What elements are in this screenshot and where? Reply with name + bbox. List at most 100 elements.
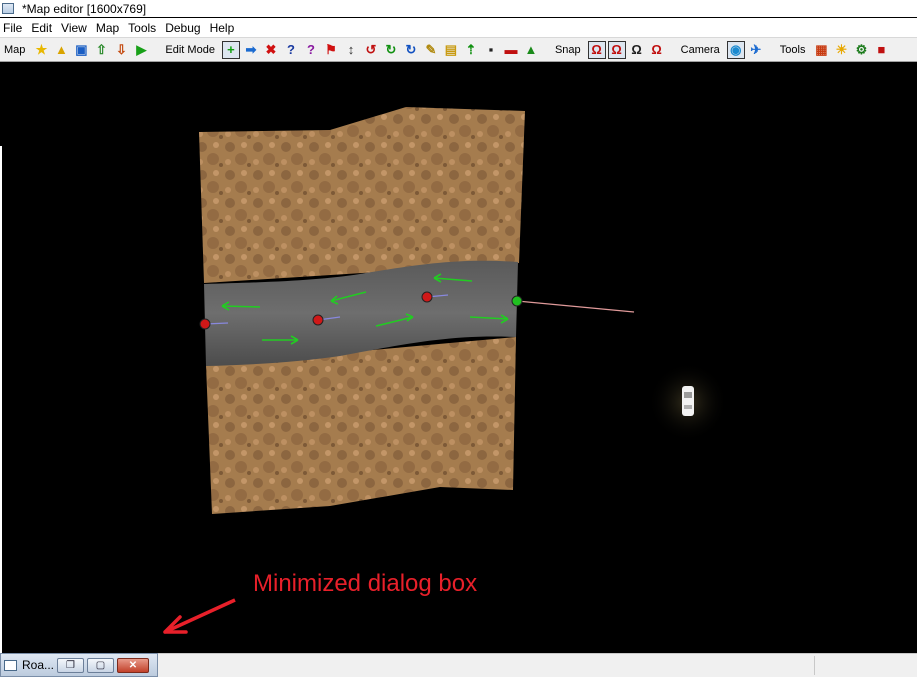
map-tools-group: ★ ▲ ▣ ⇧ ⇩ ▶: [31, 41, 151, 59]
annotation-text: Minimized dialog box: [253, 570, 478, 597]
sun-button[interactable]: ☀: [832, 41, 850, 59]
import-icon: ⇩: [115, 42, 127, 57]
tool-cube-button[interactable]: ■: [872, 41, 890, 59]
bird-icon: ✈: [750, 42, 762, 57]
raise-icon: ⇡: [465, 42, 477, 57]
move-button[interactable]: ➡: [242, 41, 260, 59]
bird-button[interactable]: ✈: [747, 41, 765, 59]
terrain-patch[interactable]: [199, 107, 525, 283]
toolbar: Map ★ ▲ ▣ ⇧ ⇩ ▶ Edit Mode + ➡ ✖?? ⚑ ↕ ↺ ↻ ↻ ✎ ▤ ⇡ ▪ ▬ ▲ Sn…: [0, 37, 917, 62]
restore-button[interactable]: ❐: [57, 657, 84, 673]
height-button[interactable]: ↕: [342, 41, 360, 59]
help-button[interactable]: ?: [282, 41, 300, 59]
close-button[interactable]: ✕: [117, 657, 149, 673]
minimized-dialog[interactable]: Roa... ❐ ▢ ✕: [0, 653, 158, 677]
map-viewport[interactable]: [0, 62, 917, 666]
snap-tools-group: ΩΩΩΩ: [587, 40, 667, 59]
sun-icon: ☀: [835, 42, 848, 57]
palette-button[interactable]: ▦: [812, 41, 830, 59]
edit-tools-group: + ➡ ✖?? ⚑ ↕ ↺ ↻ ↻ ✎ ▤ ⇡ ▪ ▬ ▲: [221, 40, 541, 59]
gear-button[interactable]: ⚙: [852, 41, 870, 59]
brush-icon: ✎: [425, 42, 437, 57]
snap-magnet-grid-button[interactable]: Ω: [628, 41, 646, 59]
car-icon[interactable]: [682, 386, 694, 416]
menu-debug[interactable]: Debug: [162, 21, 206, 35]
car-icon: ▬: [504, 42, 518, 57]
favorite-button[interactable]: ★: [32, 41, 50, 59]
dialog-icon: [4, 659, 17, 671]
snap-magnet-icon: Ω: [591, 42, 602, 57]
menu-tools[interactable]: Tools: [125, 21, 162, 35]
camera-path-icon: ▪: [488, 42, 494, 57]
palette-icon: ▦: [815, 42, 828, 57]
road-endpoint[interactable]: [511, 295, 523, 307]
delete-button[interactable]: ✖: [262, 41, 280, 59]
rotate-y-icon: ↻: [385, 42, 397, 57]
road-control-point[interactable]: [312, 314, 324, 326]
snap-magnet-plus-button[interactable]: Ω: [607, 40, 626, 59]
rotate-x-icon: ↺: [365, 42, 377, 57]
snap-magnet-button[interactable]: Ω: [587, 40, 606, 59]
snap-magnet-plus-icon: Ω: [611, 42, 622, 57]
brush-button[interactable]: ✎: [422, 41, 440, 59]
question-icon: ?: [306, 42, 315, 57]
import-button[interactable]: ⇩: [112, 41, 130, 59]
delete-icon: ✖: [265, 42, 277, 57]
app-icon: [2, 3, 14, 14]
rotate-z-button[interactable]: ↻: [402, 41, 420, 59]
road-control-point[interactable]: [421, 291, 433, 303]
viewport-left-edge: [0, 146, 2, 666]
ruler-icon: ▤: [444, 42, 458, 57]
car-button[interactable]: ▬: [502, 41, 520, 59]
ruler-button[interactable]: ▤: [442, 41, 460, 59]
camera-tools-group: ◉ ✈: [726, 40, 766, 59]
endpoint-tangent-line: [516, 300, 635, 313]
snap-magnet-off-button[interactable]: Ω: [648, 41, 666, 59]
tool-cube-icon: ■: [877, 42, 886, 57]
menu-view[interactable]: View: [58, 21, 93, 35]
menu-bar: File Edit View Map Tools Debug Help: [0, 18, 917, 37]
snap-label: Snap: [554, 43, 581, 56]
tools-group: ▦ ☀ ⚙ ■: [811, 41, 891, 59]
add-icon: +: [227, 42, 235, 57]
raise-button[interactable]: ⇡: [462, 41, 480, 59]
status-separator: [814, 656, 815, 675]
menu-file[interactable]: File: [0, 21, 28, 35]
rotate-x-button[interactable]: ↺: [362, 41, 380, 59]
save-button[interactable]: ▣: [72, 41, 90, 59]
flag-icon: ⚑: [325, 42, 337, 57]
gear-icon: ⚙: [855, 42, 868, 57]
scene[interactable]: [0, 62, 917, 654]
close-icon: ✕: [128, 659, 138, 671]
camera-label: Camera: [680, 43, 720, 56]
maximize-icon: ▢: [95, 659, 106, 671]
camera-path-button[interactable]: ▪: [482, 41, 500, 59]
open-map-button[interactable]: ▲: [52, 41, 70, 59]
add-button[interactable]: +: [221, 40, 240, 59]
help-icon: ?: [286, 42, 295, 57]
export-button[interactable]: ⇧: [92, 41, 110, 59]
rotate-y-button[interactable]: ↻: [382, 41, 400, 59]
globe-button[interactable]: ◉: [726, 40, 745, 59]
annotation-arrow: [163, 598, 236, 634]
road-control-point[interactable]: [199, 318, 211, 330]
globe-icon: ◉: [730, 42, 742, 57]
edit-mode-label: Edit Mode: [165, 43, 215, 56]
title-bar: *Map editor [1600x769]: [0, 0, 917, 17]
menu-help[interactable]: Help: [207, 21, 241, 35]
terrain-icon: ▲: [524, 42, 538, 57]
dialog-title[interactable]: Roa...: [22, 658, 54, 672]
terrain-button[interactable]: ▲: [522, 41, 540, 59]
height-icon: ↕: [347, 42, 355, 57]
menu-edit[interactable]: Edit: [28, 21, 58, 35]
play-icon: ▶: [136, 42, 147, 57]
move-icon: ➡: [245, 42, 257, 57]
flag-button[interactable]: ⚑: [322, 41, 340, 59]
window-title: *Map editor [1600x769]: [22, 1, 147, 16]
question-button[interactable]: ?: [302, 41, 320, 59]
maximize-button[interactable]: ▢: [87, 657, 114, 673]
menu-map[interactable]: Map: [93, 21, 125, 35]
play-button[interactable]: ▶: [132, 41, 150, 59]
map-section-label: Map: [4, 43, 26, 56]
rotate-z-icon: ↻: [405, 42, 417, 57]
